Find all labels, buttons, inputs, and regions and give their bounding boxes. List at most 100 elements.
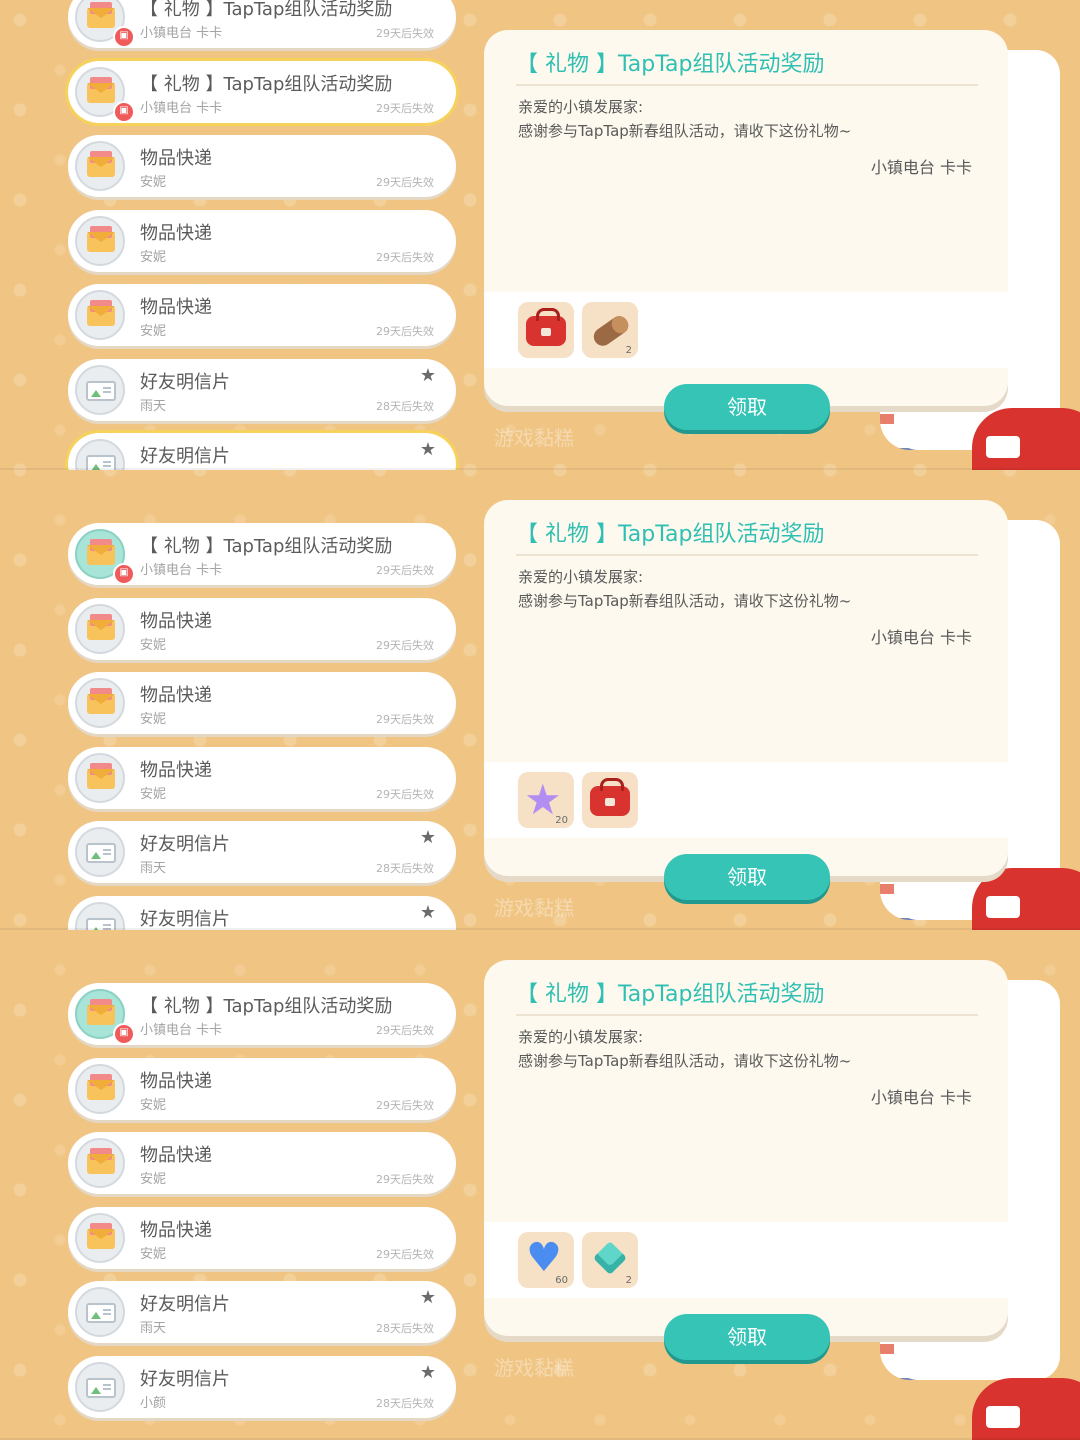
claim-button[interactable]: 领取 — [664, 384, 830, 430]
star-icon[interactable]: ★ — [420, 1362, 436, 1383]
mail-title: 物品快递 — [140, 759, 212, 781]
mail-title: 物品快递 — [140, 148, 212, 169]
envelope-icon — [87, 1148, 115, 1174]
mail-detail-card: 【 礼物 】TapTap组队活动奖励亲爱的小镇发展家: 感谢参与TapTap新春组… — [484, 960, 1008, 1336]
postcard-icon — [86, 380, 116, 401]
mailbox-icon — [972, 868, 1080, 930]
title-divider — [516, 84, 978, 86]
claim-button[interactable]: 领取 — [664, 1314, 830, 1360]
attachment-item[interactable]: 2 — [582, 302, 638, 358]
mail-list-item[interactable]: ▣ 【 礼物 】TapTap组队活动奖励 小镇电台 卡卡 29天后失效 — [68, 523, 456, 585]
attachment-item[interactable] — [582, 772, 638, 828]
mail-body: 感谢参与TapTap新春组队活动，请收下这份礼物~ — [518, 592, 852, 610]
star-icon[interactable]: ★ — [420, 902, 436, 923]
mail-expire-time: 28天后失效 — [376, 1322, 434, 1335]
mail-list-item[interactable]: 好友明信片小颜 28天后失效 ★ — [68, 1355, 456, 1418]
screen-panel: 游戏黏糕 ▣ 【 礼物 】TapTap组队活动奖励 小镇电台 卡卡 29天后失效 物品快递… — [0, 930, 1080, 1440]
mail-sender: 小镇电台 卡卡 — [140, 26, 223, 41]
attachment-count: 2 — [625, 1275, 632, 1286]
star-icon[interactable]: ★ — [420, 1287, 436, 1308]
mail-sender: 小颜 — [140, 1395, 167, 1411]
attachment-count: 60 — [555, 1275, 568, 1286]
mail-expire-time: 28天后失效 — [376, 1396, 434, 1410]
mail-title: 物品快递 — [140, 610, 212, 632]
mail-avatar — [75, 290, 125, 340]
attachment-area: ♥ 60 2 — [484, 1222, 1008, 1298]
watermark-text: 游戏黏糕 — [494, 426, 574, 450]
mail-sender: 雨天 — [140, 1321, 167, 1336]
mail-sender: 安妮 — [140, 1172, 167, 1187]
mail-title: 好友明信片 — [140, 1368, 230, 1390]
envelope-icon — [87, 300, 115, 326]
mail-body: 感谢参与TapTap新春组队活动，请收下这份礼物~ — [518, 1052, 852, 1070]
claim-button[interactable]: 领取 — [664, 854, 830, 900]
mail-avatar: ▣ — [75, 66, 135, 123]
mail-list-item[interactable]: 物品快递 安妮 29天后失效 — [68, 597, 456, 660]
mail-body: 感谢参与TapTap新春组队活动，请收下这份礼物~ — [518, 122, 852, 140]
mail-list-item[interactable]: 物品快递 安妮 29天后失效 — [68, 284, 456, 346]
mail-detail-title: 【 礼物 】TapTap组队活动奖励 — [516, 982, 825, 1007]
mail-avatar — [75, 141, 125, 191]
mail-list-item[interactable]: 物品快递 安妮 29天后失效 — [68, 209, 456, 272]
attachment-item[interactable]: 2 — [582, 1232, 638, 1288]
mail-list-item[interactable]: ▣ 【 礼物 】TapTap组队活动奖励 小镇电台 卡卡 29天后失效 — [68, 983, 456, 1045]
mail-avatar — [75, 1063, 125, 1114]
mail-title: 【 礼物 】TapTap组队活动奖励 — [140, 0, 393, 20]
attachment-area: ★ 20 — [484, 762, 1008, 838]
mail-expire-time: 29天后失效 — [376, 1247, 434, 1261]
red-bag-icon — [590, 778, 630, 816]
mail-sender: 小镇电台 卡卡 — [140, 1023, 223, 1038]
mail-title: 【 礼物 】TapTap组队活动奖励 — [140, 996, 393, 1017]
mail-title: 【 礼物 】TapTap组队活动奖励 — [140, 536, 393, 557]
mail-sender: 安妮 — [140, 712, 167, 727]
mail-expire-time: 29天后失效 — [376, 1173, 434, 1186]
mail-list-item[interactable]: 物品快递 安妮 29天后失效 — [68, 135, 456, 197]
attachment-count: 2 — [625, 345, 632, 356]
mail-list-item[interactable]: ▣好友明信片小镇电台 卡卡29天后失效★ — [68, 433, 456, 470]
star-icon[interactable]: ★ — [420, 365, 436, 386]
envelope-icon — [87, 999, 115, 1025]
mail-avatar — [75, 752, 125, 803]
crystal-icon — [593, 1241, 627, 1275]
mail-list-item[interactable]: 物品快递 安妮 29天后失效 — [68, 1206, 456, 1269]
attachment-item[interactable] — [518, 302, 574, 358]
envelope-icon — [87, 688, 115, 714]
mail-expire-time: 29天后失效 — [376, 1024, 434, 1037]
mail-list-item[interactable]: 好友明信片 雨天 28天后失效 ★ — [68, 1281, 456, 1343]
mail-avatar: ▣ — [75, 529, 135, 585]
mail-greeting: 亲爱的小镇发展家: — [518, 1028, 644, 1046]
watermark-text: 游戏黏糕 — [494, 1356, 574, 1380]
mail-signature: 小镇电台 卡卡 — [870, 1088, 972, 1107]
attachment-item[interactable]: ★ 20 — [518, 772, 574, 828]
mail-list-item[interactable]: 物品快递 安妮 29天后失效 — [68, 746, 456, 809]
mail-sender: 安妮 — [140, 786, 167, 802]
envelope-icon — [87, 151, 115, 177]
mail-sender: 雨天 — [140, 861, 167, 876]
envelope-icon — [87, 762, 115, 789]
mail-expire-time: 29天后失效 — [376, 713, 434, 726]
star-icon[interactable]: ★ — [420, 827, 436, 848]
mail-title: 物品快递 — [140, 297, 212, 318]
postcard-icon — [86, 1303, 116, 1323]
mail-title: 好友明信片 — [140, 371, 230, 393]
envelope-icon — [87, 1222, 115, 1249]
mail-list-item[interactable]: 物品快递 安妮 29天后失效 — [68, 1132, 456, 1194]
mail-detail-title: 【 礼物 】TapTap组队活动奖励 — [516, 52, 825, 77]
mail-avatar — [75, 1212, 125, 1263]
mail-expire-time: 29天后失效 — [376, 638, 434, 652]
mail-expire-time: 29天后失效 — [376, 1098, 434, 1112]
mail-list-item[interactable]: ▣好友明信片小镇电台 卡卡29天后失效★ — [68, 895, 456, 930]
mail-list-item[interactable]: 物品快递 安妮 29天后失效 — [68, 672, 456, 734]
envelope-icon — [87, 225, 115, 252]
gift-badge-icon: ▣ — [113, 563, 135, 585]
star-icon[interactable]: ★ — [420, 439, 436, 460]
mail-list-item[interactable]: ▣ 【 礼物 】TapTap组队活动奖励 小镇电台 卡卡 29天后失效 — [68, 0, 456, 48]
mail-list-item[interactable]: 物品快递 安妮 29天后失效 — [68, 1057, 456, 1120]
mail-list-item[interactable]: ▣ 【 礼物 】TapTap组队活动奖励 小镇电台 卡卡 29天后失效 — [68, 60, 456, 123]
attachment-item[interactable]: ♥ 60 — [518, 1232, 574, 1288]
mail-avatar — [75, 1361, 125, 1412]
mail-list-item[interactable]: 好友明信片 雨天 28天后失效 ★ — [68, 821, 456, 883]
postcard-icon — [86, 843, 116, 863]
mail-list-item[interactable]: 好友明信片 雨天 28天后失效 ★ — [68, 358, 456, 421]
envelope-icon — [87, 613, 115, 640]
